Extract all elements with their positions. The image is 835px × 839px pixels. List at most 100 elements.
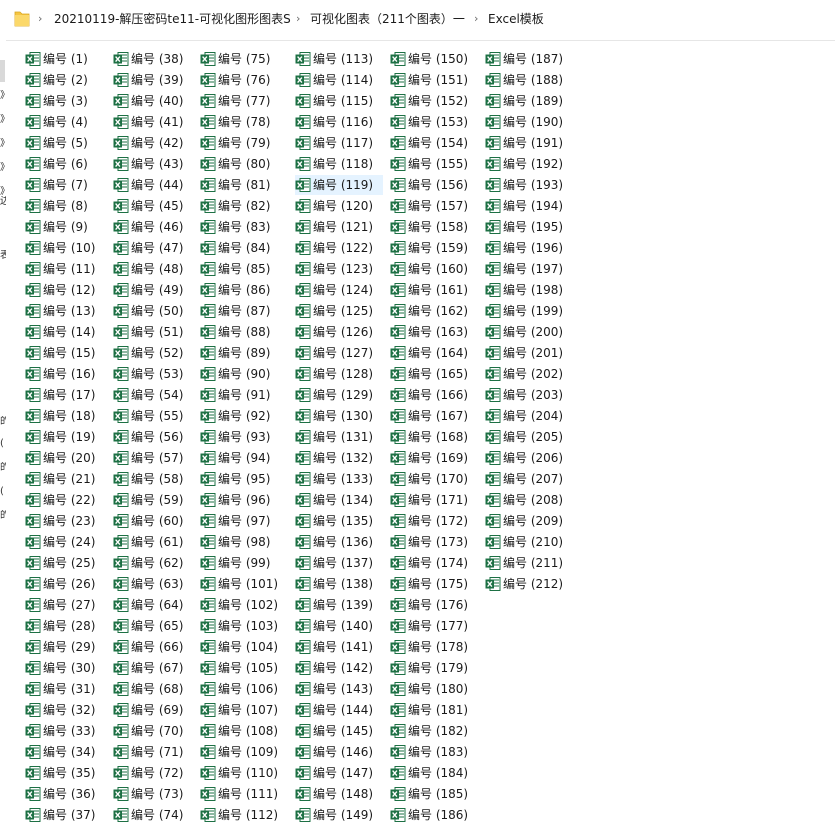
file-item[interactable]: 编号 (189) <box>485 91 573 111</box>
file-item[interactable]: 编号 (121) <box>295 217 383 237</box>
file-item[interactable]: 编号 (132) <box>295 448 383 468</box>
file-item[interactable]: 编号 (145) <box>295 721 383 741</box>
file-item[interactable]: 编号 (50) <box>113 301 201 321</box>
file-item[interactable]: 编号 (143) <box>295 679 383 699</box>
file-item[interactable]: 编号 (165) <box>390 364 478 384</box>
file-item[interactable]: 编号 (21) <box>25 469 113 489</box>
file-item[interactable]: 编号 (130) <box>295 406 383 426</box>
file-item[interactable]: 编号 (170) <box>390 469 478 489</box>
file-item[interactable]: 编号 (173) <box>390 532 478 552</box>
file-item[interactable]: 编号 (164) <box>390 343 478 363</box>
file-item[interactable]: 编号 (88) <box>200 322 288 342</box>
file-item[interactable]: 编号 (180) <box>390 679 478 699</box>
file-item[interactable]: 编号 (37) <box>25 805 113 825</box>
file-item[interactable]: 编号 (169) <box>390 448 478 468</box>
file-item[interactable]: 编号 (73) <box>113 784 201 804</box>
file-item[interactable]: 编号 (45) <box>113 196 201 216</box>
file-item[interactable]: 编号 (16) <box>25 364 113 384</box>
file-item[interactable]: 编号 (75) <box>200 49 288 69</box>
file-item[interactable]: 编号 (179) <box>390 658 478 678</box>
file-item[interactable]: 编号 (123) <box>295 259 383 279</box>
file-item[interactable]: 编号 (23) <box>25 511 113 531</box>
nav-item-fragment[interactable]: 表 <box>0 250 6 262</box>
file-item[interactable]: 编号 (101) <box>200 574 288 594</box>
file-item[interactable]: 编号 (141) <box>295 637 383 657</box>
file-item[interactable]: 编号 (15) <box>25 343 113 363</box>
file-item[interactable]: 编号 (84) <box>200 238 288 258</box>
file-item[interactable]: 编号 (111) <box>200 784 288 804</box>
file-item[interactable]: 编号 (17) <box>25 385 113 405</box>
file-item[interactable]: 编号 (82) <box>200 196 288 216</box>
file-item[interactable]: 编号 (60) <box>113 511 201 531</box>
file-item[interactable]: 编号 (195) <box>485 217 573 237</box>
file-item[interactable]: 编号 (1) <box>25 49 113 69</box>
file-item[interactable]: 编号 (105) <box>200 658 288 678</box>
file-item[interactable]: 编号 (191) <box>485 133 573 153</box>
file-item[interactable]: 编号 (72) <box>113 763 201 783</box>
file-item[interactable]: 编号 (120) <box>295 196 383 216</box>
file-item[interactable]: 编号 (55) <box>113 406 201 426</box>
file-item[interactable]: 编号 (81) <box>200 175 288 195</box>
file-item[interactable]: 编号 (80) <box>200 154 288 174</box>
file-item[interactable]: 编号 (31) <box>25 679 113 699</box>
file-item[interactable]: 编号 (91) <box>200 385 288 405</box>
file-item[interactable]: 编号 (125) <box>295 301 383 321</box>
file-item[interactable]: 编号 (86) <box>200 280 288 300</box>
file-item[interactable]: 编号 (183) <box>390 742 478 762</box>
nav-item-fragment[interactable]: ( <box>0 438 6 450</box>
file-item[interactable]: 编号 (161) <box>390 280 478 300</box>
file-item[interactable]: 编号 (71) <box>113 742 201 762</box>
file-item[interactable]: 编号 (51) <box>113 322 201 342</box>
file-item[interactable]: 编号 (52) <box>113 343 201 363</box>
file-item[interactable]: 编号 (208) <box>485 490 573 510</box>
file-item[interactable]: 编号 (129) <box>295 385 383 405</box>
file-item[interactable]: 编号 (95) <box>200 469 288 489</box>
file-item[interactable]: 编号 (56) <box>113 427 201 447</box>
file-item[interactable]: 编号 (209) <box>485 511 573 531</box>
file-item[interactable]: 编号 (6) <box>25 154 113 174</box>
breadcrumb-item[interactable]: Excel模板 <box>488 11 544 27</box>
file-item[interactable]: 编号 (70) <box>113 721 201 741</box>
file-item[interactable]: 编号 (149) <box>295 805 383 825</box>
file-item[interactable]: 编号 (196) <box>485 238 573 258</box>
file-item[interactable]: 编号 (39) <box>113 70 201 90</box>
file-item[interactable]: 编号 (146) <box>295 742 383 762</box>
file-item[interactable]: 编号 (157) <box>390 196 478 216</box>
file-item[interactable]: 编号 (155) <box>390 154 478 174</box>
file-item[interactable]: 编号 (205) <box>485 427 573 447</box>
file-item[interactable]: 编号 (64) <box>113 595 201 615</box>
file-item[interactable]: 编号 (174) <box>390 553 478 573</box>
file-item[interactable]: 编号 (207) <box>485 469 573 489</box>
file-item[interactable]: 编号 (138) <box>295 574 383 594</box>
file-list[interactable]: 编号 (1) 编号 (2) 编号 (3) 编号 (4) 编号 (5) 编号 (6) 编号 (… <box>25 49 825 834</box>
file-item[interactable]: 编号 (187) <box>485 49 573 69</box>
file-item[interactable]: 编号 (62) <box>113 553 201 573</box>
file-item[interactable]: 编号 (106) <box>200 679 288 699</box>
file-item[interactable]: 编号 (19) <box>25 427 113 447</box>
file-item[interactable]: 编号 (98) <box>200 532 288 552</box>
nav-item-fragment[interactable]: 的 <box>0 416 6 428</box>
file-item[interactable]: 编号 (96) <box>200 490 288 510</box>
breadcrumb-item[interactable]: 20210119-解压密码te11-可视化图形图表S <box>54 11 291 27</box>
file-item[interactable]: 编号 (200) <box>485 322 573 342</box>
file-item[interactable]: 编号 (168) <box>390 427 478 447</box>
file-item[interactable]: 编号 (160) <box>390 259 478 279</box>
file-item[interactable]: 编号 (74) <box>113 805 201 825</box>
nav-item-fragment[interactable]: ( <box>0 486 6 498</box>
file-item[interactable]: 编号 (77) <box>200 91 288 111</box>
file-item[interactable]: 编号 (156) <box>390 175 478 195</box>
file-item[interactable]: 编号 (184) <box>390 763 478 783</box>
file-item[interactable]: 编号 (93) <box>200 427 288 447</box>
file-item[interactable]: 编号 (210) <box>485 532 573 552</box>
file-item[interactable]: 编号 (150) <box>390 49 478 69</box>
file-item[interactable]: 编号 (177) <box>390 616 478 636</box>
file-item[interactable]: 编号 (163) <box>390 322 478 342</box>
file-item[interactable]: 编号 (83) <box>200 217 288 237</box>
file-item[interactable]: 编号 (79) <box>200 133 288 153</box>
file-item[interactable]: 编号 (206) <box>485 448 573 468</box>
file-item[interactable]: 编号 (43) <box>113 154 201 174</box>
file-item[interactable]: 编号 (54) <box>113 385 201 405</box>
file-item[interactable]: 编号 (32) <box>25 700 113 720</box>
file-item[interactable]: 编号 (116) <box>295 112 383 132</box>
file-item[interactable]: 编号 (89) <box>200 343 288 363</box>
